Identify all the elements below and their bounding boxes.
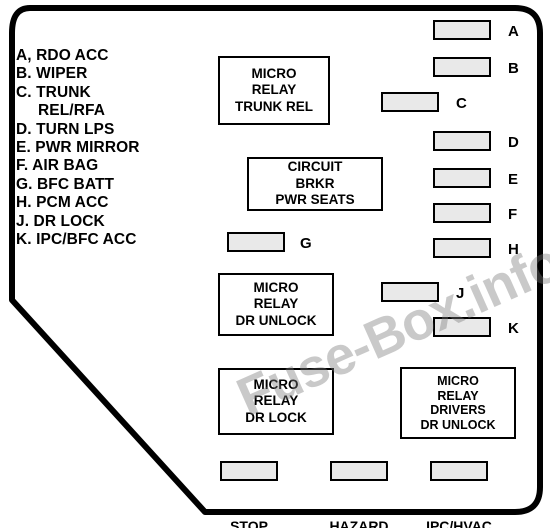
legend-entry: K. IPC/BFC ACC xyxy=(16,231,137,249)
fuse-slot-d[interactable] xyxy=(433,131,491,151)
fuse-slot-h[interactable] xyxy=(433,238,491,258)
fuse-slot-f[interactable] xyxy=(433,203,491,223)
fuse-legend: A, RDO ACC B. WIPER C. TRUNK REL/RFA D. … xyxy=(16,47,196,249)
legend-entry: D. TURN LPS xyxy=(16,120,115,138)
fuse-letter-h: H xyxy=(508,241,519,258)
relay-label-line: CIRCUIT xyxy=(287,159,343,175)
fuse-letter-g: G xyxy=(300,235,312,252)
legend-entry: REL/RFA xyxy=(38,102,106,120)
fuse-letter-j: J xyxy=(456,285,465,302)
fuse-caption-ipc-hvac-batt: IPC/HVAC BATT xyxy=(419,484,499,528)
relay-label-line: RELAY xyxy=(253,296,299,312)
relay-label-line: MICRO xyxy=(251,65,297,81)
legend-entry: J. DR LOCK xyxy=(16,212,105,230)
fuse-letter-k: K xyxy=(508,320,519,337)
legend-entry: B. WIPER xyxy=(16,65,88,83)
fuse-slot-c[interactable] xyxy=(381,92,439,112)
relay-label-line: RELAY xyxy=(251,82,297,98)
relay-label-line: DR UNLOCK xyxy=(235,312,317,328)
fuse-slot-j[interactable] xyxy=(381,282,439,302)
relay-label-line: DRIVERS xyxy=(430,403,486,417)
relay-label-line: MICRO xyxy=(253,376,299,392)
relay-micro-relay-dr-unlock[interactable]: MICRO RELAY DR UNLOCK xyxy=(218,273,334,336)
relay-label-line: RELAY xyxy=(253,393,299,409)
fuse-letter-c: C xyxy=(456,95,467,112)
fuse-slot-b[interactable] xyxy=(433,57,491,77)
legend-entry: H. PCM ACC xyxy=(16,194,109,212)
relay-micro-relay-drivers-dr-unlock[interactable]: MICRO RELAY DRIVERS DR UNLOCK xyxy=(400,367,516,439)
caption-line: HAZARD xyxy=(329,518,389,528)
fuse-letter-b: B xyxy=(508,60,519,77)
fuse-letter-a: A xyxy=(508,23,519,40)
legend-entry: F. AIR BAG xyxy=(16,157,99,175)
relay-label-line: BRKR xyxy=(295,175,335,191)
fuse-slot-g[interactable] xyxy=(227,232,285,252)
fuse-letter-f: F xyxy=(508,206,518,223)
caption-line: STOP xyxy=(230,518,268,528)
relay-label-line: TRUNK REL xyxy=(235,98,313,114)
fuse-caption-hazard-lps: HAZARD LPS xyxy=(319,484,399,528)
relay-micro-relay-dr-lock[interactable]: MICRO RELAY DR LOCK xyxy=(218,368,334,435)
fuse-slot-e[interactable] xyxy=(433,168,491,188)
relay-circuit-brkr-pwr-seats[interactable]: CIRCUIT BRKR PWR SEATS xyxy=(247,157,383,211)
fuse-letter-e: E xyxy=(508,171,519,188)
legend-entry: A, RDO ACC xyxy=(16,47,109,64)
fuse-slot-a[interactable] xyxy=(433,20,491,40)
fuse-letter-d: D xyxy=(508,134,519,151)
relay-label-line: RELAY xyxy=(437,388,479,403)
legend-entry: G. BFC BATT xyxy=(16,175,115,193)
legend-entry: E. PWR MIRROR xyxy=(16,139,140,157)
relay-label-line: DR UNLOCK xyxy=(420,417,496,432)
fuse-slot-k[interactable] xyxy=(433,317,491,337)
fuse-box-diagram: A, RDO ACC B. WIPER C. TRUNK REL/RFA D. … xyxy=(0,0,550,528)
fuse-slot-ipc-hvac-batt[interactable] xyxy=(430,461,488,481)
fuse-caption-stop-lps: STOP LPS xyxy=(209,484,289,528)
legend-entry: C. TRUNK xyxy=(16,83,91,101)
relay-micro-relay-trunk-rel[interactable]: MICRO RELAY TRUNK REL xyxy=(218,56,330,125)
relay-label-line: MICRO xyxy=(437,374,479,388)
relay-label-line: PWR SEATS xyxy=(275,192,355,208)
relay-label-line: MICRO xyxy=(253,279,299,295)
fuse-slot-stop-lps[interactable] xyxy=(220,461,278,481)
caption-line: IPC/HVAC xyxy=(426,518,492,528)
relay-label-line: DR LOCK xyxy=(245,409,307,425)
fuse-slot-hazard-lps[interactable] xyxy=(330,461,388,481)
